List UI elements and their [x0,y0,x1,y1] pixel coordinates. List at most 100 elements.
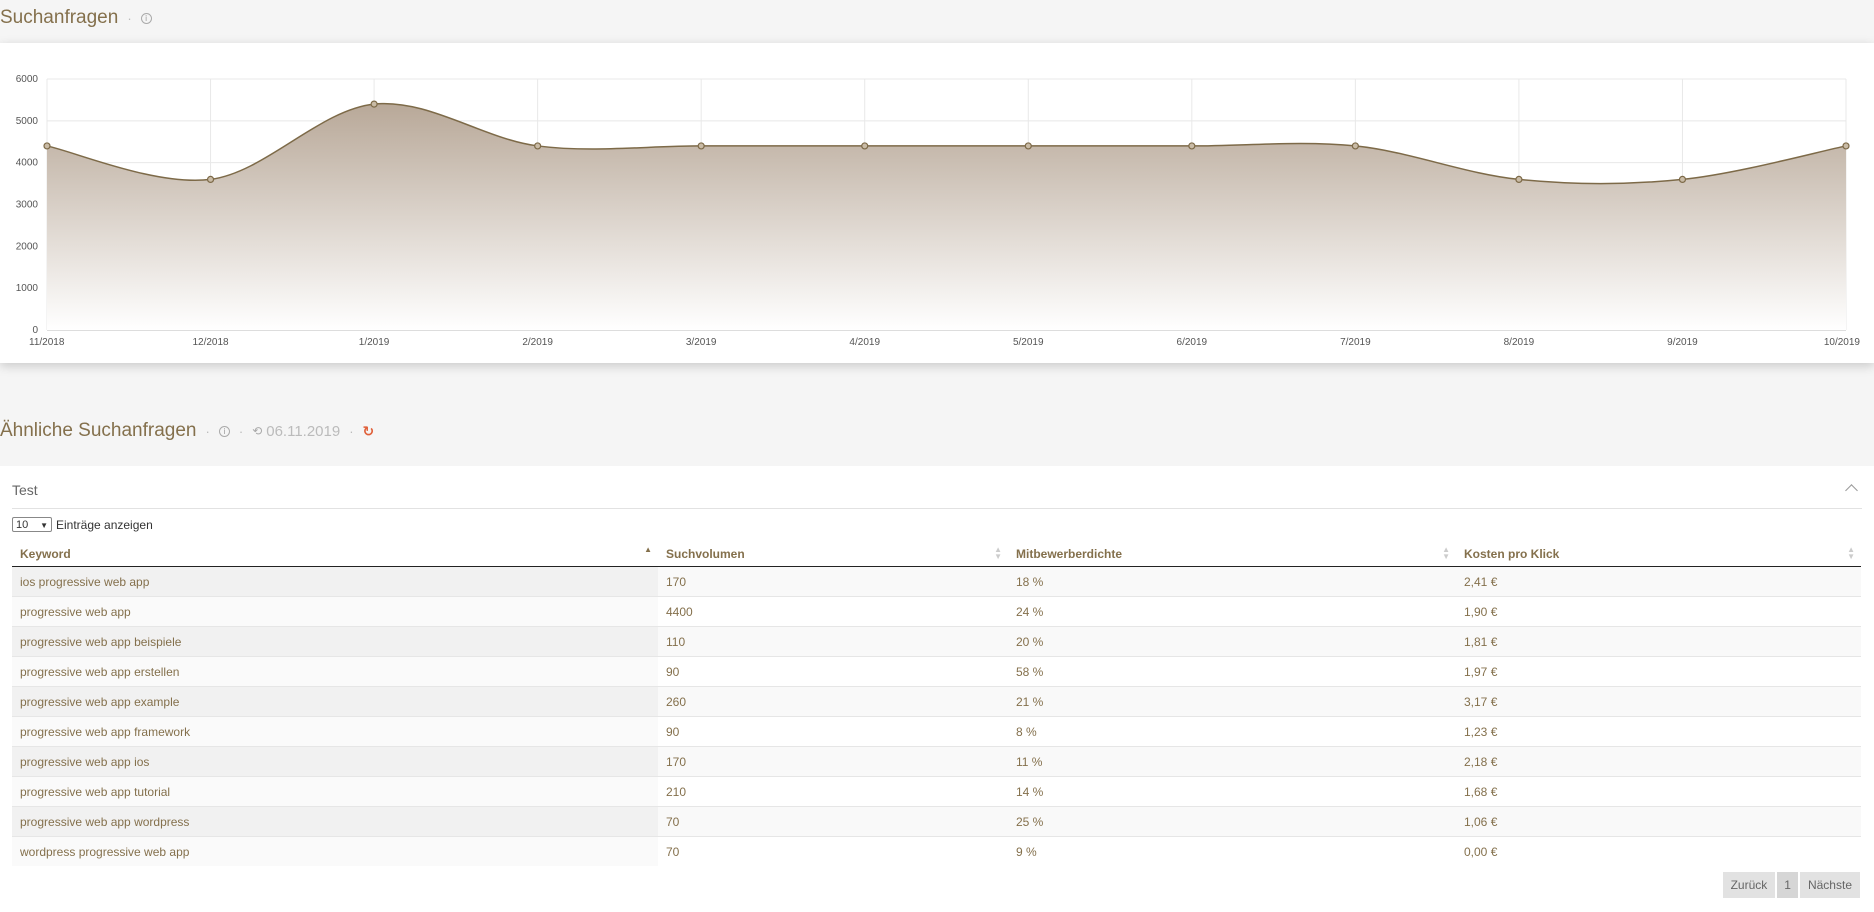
competition-cell: 21 % [1008,686,1456,717]
x-tick-label: 10/2019 [1824,337,1861,348]
table-row: progressive web app erstellen 90 58 % 1,97 … [12,656,1861,687]
x-tick-label: 2/2019 [522,337,553,348]
x-tick-label: 6/2019 [1177,337,1208,348]
x-tick-label: 12/2018 [192,337,229,348]
keyword-cell: progressive web app ios [12,746,658,777]
keyword-cell: progressive web app [12,596,658,627]
x-tick-label: 8/2019 [1504,337,1535,348]
cpc-cell: 1,68 € [1456,776,1861,807]
panel-title: Test [12,482,38,498]
pagination: Zurück 1 Nächste [1722,872,1860,898]
sort-asc-icon: ▲ [644,545,652,554]
competition-cell: 8 % [1008,716,1456,747]
competition-cell: 24 % [1008,596,1456,627]
chevron-up-icon[interactable] [1845,484,1858,497]
x-tick-label: 7/2019 [1340,337,1371,348]
table-row: ios progressive web app 170 18 % 2,41 € [12,566,1861,597]
search-volume-cell: 110 [658,626,1008,657]
search-volume-cell: 90 [658,656,1008,687]
separator: · [205,423,210,439]
table-row: progressive web app ios 170 11 % 2,18 € [12,746,1861,777]
table-row: progressive web app 4400 24 % 1,90 € [12,596,1861,627]
sort-icon: ▲ ▼ [994,545,1002,561]
refresh-icon[interactable]: ↻ [363,423,375,440]
column-header-kosten-pro-klick[interactable]: Kosten pro Klick ▲ ▼ [1456,542,1861,567]
entries-length-control: 10 ▼ Einträge anzeigen [12,517,153,532]
data-point [1351,142,1359,150]
column-header-label: Kosten pro Klick [1464,547,1560,561]
table-body: ios progressive web app 170 18 % 2,41 € prog… [12,566,1861,866]
data-point [1678,175,1687,183]
table-row: progressive web app tutorial 210 14 % 1,68 … [12,776,1861,807]
search-volume-cell: 170 [658,746,1008,777]
entries-select[interactable]: 10 ▼ [12,517,52,532]
cpc-cell: 2,18 € [1456,746,1861,777]
keyword-cell: progressive web app wordpress [12,806,658,837]
competition-cell: 11 % [1008,746,1456,777]
column-header-suchvolumen[interactable]: Suchvolumen ▲ ▼ [658,542,1008,567]
search-volume-cell: 210 [658,776,1008,807]
search-volume-chart: 0 1000 2000 3000 4000 5000 6000 11/2018 12/2018 1… [0,43,1874,363]
info-circle-icon[interactable]: i [140,12,152,24]
next-page-button[interactable]: Nächste [1799,872,1860,898]
competition-cell: 9 % [1008,836,1456,866]
table-row: progressive web app example 260 21 % 3,17 € [12,686,1861,717]
dropdown-arrow-icon: ▼ [40,521,48,530]
column-header-mitbewerberdichte[interactable]: Mitbewerberdichte ▲ ▼ [1008,542,1456,567]
search-volume-cell: 70 [658,806,1008,837]
cpc-cell: 1,06 € [1456,806,1861,837]
cpc-cell: 2,41 € [1456,566,1861,597]
data-point [206,175,215,183]
info-circle-icon[interactable]: i [218,425,230,437]
prev-page-button[interactable]: Zurück [1722,872,1776,898]
keyword-cell: progressive web app framework [12,716,658,747]
keyword-cell: progressive web app erstellen [12,656,658,687]
x-tick-label: 3/2019 [686,337,717,348]
table-row: progressive web app framework 90 8 % 1,23 € [12,716,1861,747]
search-volume-cell: 70 [658,836,1008,866]
table-header-row: Keyword ▲ Suchvolumen ▲ ▼ Mitbewerberdich… [12,542,1861,567]
competition-cell: 20 % [1008,626,1456,657]
competition-cell: 25 % [1008,806,1456,837]
keywords-table: Keyword ▲ Suchvolumen ▲ ▼ Mitbewerberdich… [12,542,1861,866]
y-tick-label: 0 [32,325,38,336]
keyword-cell: progressive web app tutorial [12,776,658,807]
column-header-label: Mitbewerberdichte [1016,547,1123,561]
separator: · [127,10,132,26]
y-tick-label: 4000 [16,158,39,169]
cpc-cell: 3,17 € [1456,686,1861,717]
entries-label: Einträge anzeigen [56,517,153,532]
competition-cell: 14 % [1008,776,1456,807]
cpc-cell: 0,00 € [1456,836,1861,866]
y-tick-label: 1000 [16,283,39,294]
panel-header[interactable]: Test [12,480,1862,509]
table-row: wordpress progressive web app 70 9 % 0,00 € [12,836,1861,866]
entries-select-value: 10 [16,519,29,531]
data-point [1842,142,1850,150]
data-point [861,142,869,150]
separator: · [238,423,244,439]
competition-cell: 18 % [1008,566,1456,597]
chart-svg: 0 1000 2000 3000 4000 5000 6000 11/2018 12/2018 1… [16,74,1861,348]
x-tick-label: 5/2019 [1013,337,1044,348]
search-section-title: Suchanfragen [0,7,119,28]
cpc-cell: 1,90 € [1456,596,1861,627]
column-header-keyword[interactable]: Keyword ▲ [12,542,658,567]
column-header-label: Keyword [20,547,71,561]
data-point [1024,142,1032,150]
similar-section-header: Ähnliche Suchanfragen · i · ⟲ 06.11.2019… [0,420,374,442]
table-row: progressive web app wordpress 70 25 % 1,06 … [12,806,1861,837]
search-volume-cell: 90 [658,716,1008,747]
y-tick-label: 3000 [16,200,39,211]
table-row: progressive web app beispiele 110 20 % 1,81… [12,626,1861,657]
last-updated-date: 06.11.2019 [266,422,341,440]
data-point [534,142,542,150]
x-tick-label: 1/2019 [359,337,390,348]
history-icon: ⟲ [252,424,263,438]
data-point [1515,175,1523,183]
keyword-cell: progressive web app example [12,686,658,717]
sort-icon: ▲ ▼ [1442,545,1450,561]
search-volume-cell: 260 [658,686,1008,717]
data-point [43,142,51,150]
page-number-button[interactable]: 1 [1777,872,1798,898]
